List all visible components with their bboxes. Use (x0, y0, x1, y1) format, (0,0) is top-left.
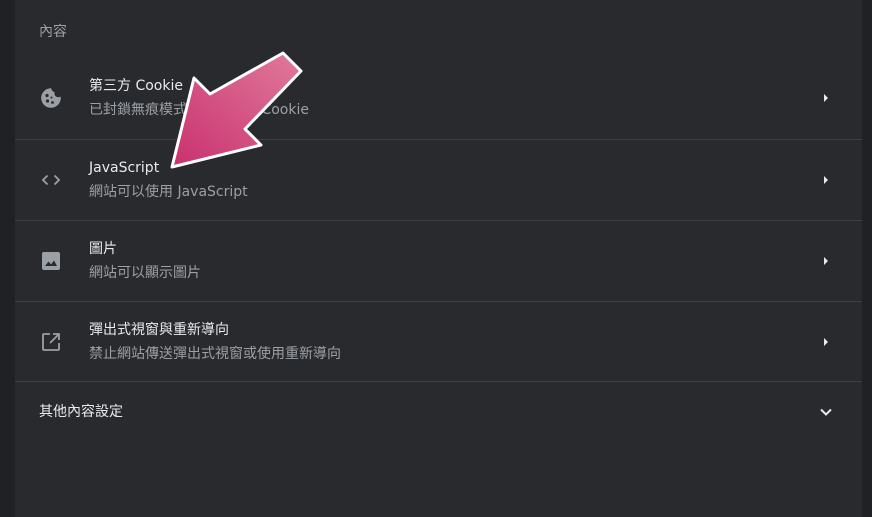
content-settings-card: 內容 第三方 Cookie 已封鎖無痕模式中的第三方 Cookie JavaSc… (15, 0, 862, 517)
row-title: 第三方 Cookie (89, 78, 183, 94)
section-title: 內容 (39, 24, 67, 40)
code-icon (41, 174, 61, 186)
row-subtitle: 網站可以使用 JavaScript (89, 184, 248, 200)
chevron-right-icon (824, 338, 828, 346)
images-row[interactable]: 圖片 網站可以顯示圖片 (15, 220, 862, 300)
cookie-icon (41, 87, 61, 108)
open-in-new-icon (42, 333, 60, 351)
additional-content-settings-label: 其他內容設定 (39, 404, 123, 420)
chevron-down-icon (820, 408, 832, 416)
row-title: 圖片 (89, 241, 117, 257)
javascript-row[interactable]: JavaScript 網站可以使用 JavaScript (15, 139, 862, 219)
popups-redirects-row[interactable]: 彈出式視窗與重新導向 禁止網站傳送彈出式視窗或使用重新導向 (15, 301, 862, 381)
chevron-right-icon (824, 176, 828, 184)
image-icon (42, 252, 60, 270)
page: 內容 第三方 Cookie 已封鎖無痕模式中的第三方 Cookie JavaSc… (0, 0, 872, 517)
third-party-cookies-row[interactable]: 第三方 Cookie 已封鎖無痕模式中的第三方 Cookie (15, 58, 862, 138)
additional-content-settings-expander[interactable]: 其他內容設定 (15, 381, 862, 443)
row-subtitle: 網站可以顯示圖片 (89, 265, 201, 281)
row-subtitle: 已封鎖無痕模式中的第三方 Cookie (89, 102, 309, 118)
chevron-right-icon (824, 94, 828, 102)
row-title: 彈出式視窗與重新導向 (89, 322, 229, 338)
row-subtitle: 禁止網站傳送彈出式視窗或使用重新導向 (89, 346, 341, 362)
row-title: JavaScript (89, 160, 160, 176)
chevron-right-icon (824, 257, 828, 265)
